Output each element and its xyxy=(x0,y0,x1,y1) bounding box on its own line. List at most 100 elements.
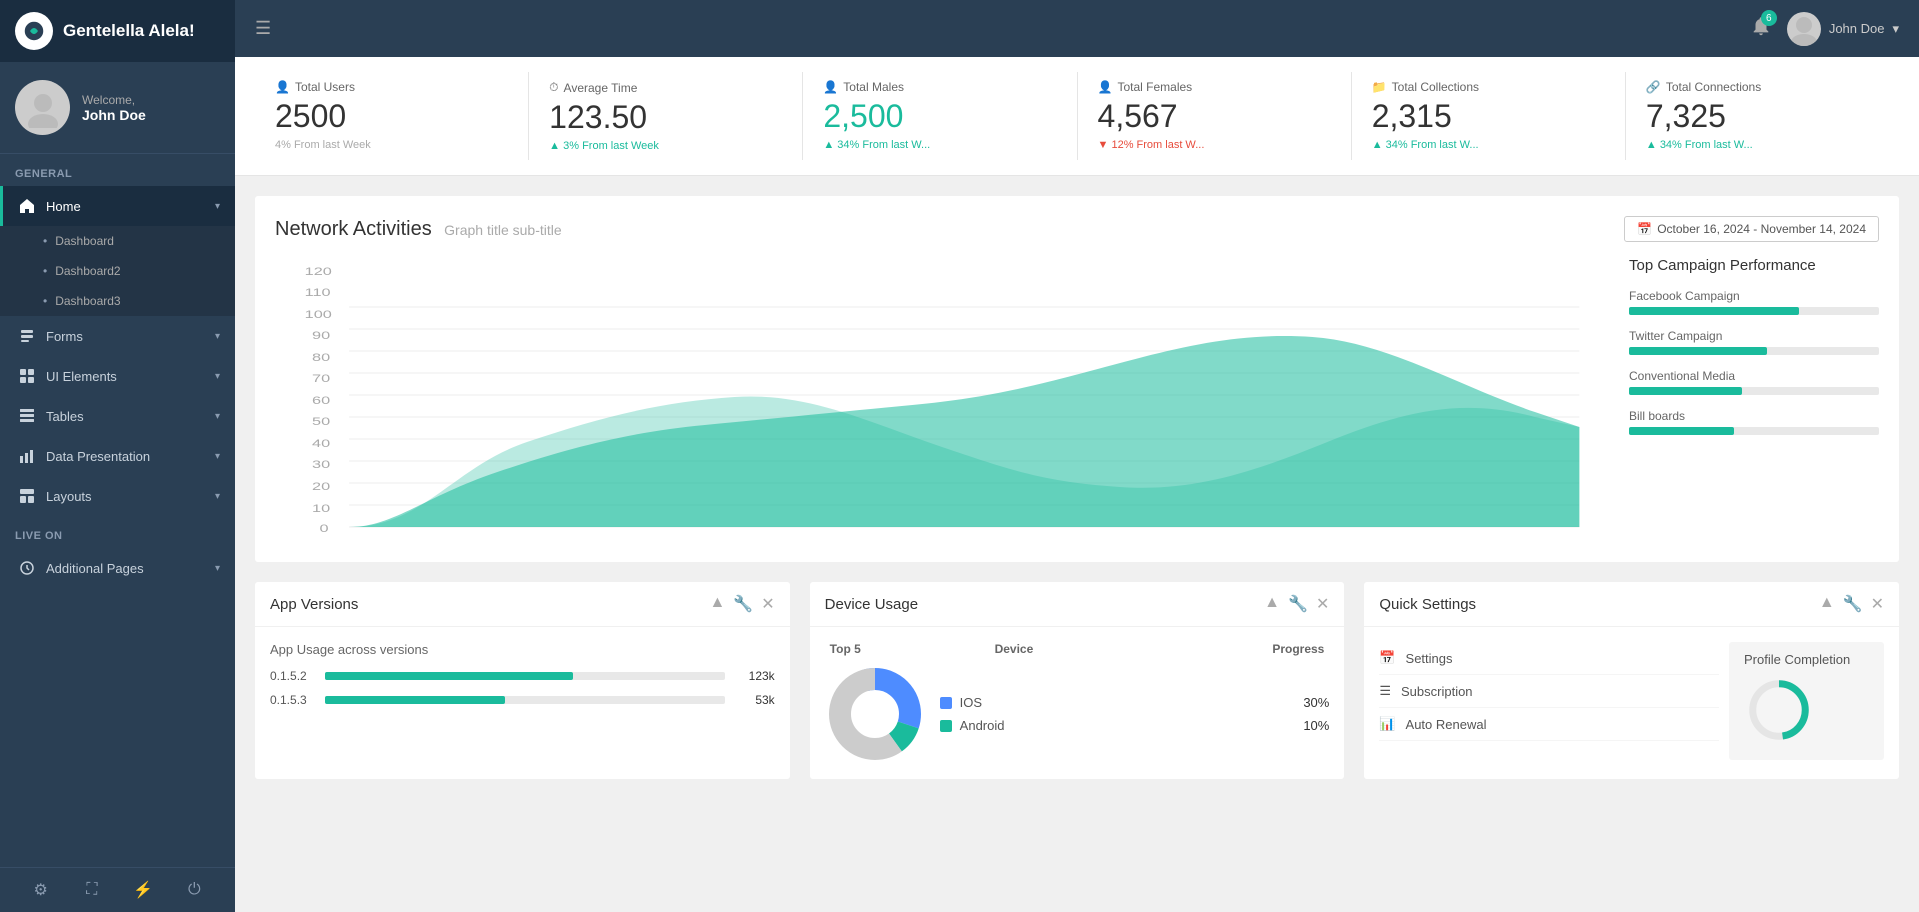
settings-item-settings[interactable]: 📅 Settings xyxy=(1379,642,1719,675)
stat-value-females: 4,567 xyxy=(1098,98,1331,135)
android-color-indicator xyxy=(940,720,952,732)
device-usage-content: IOS 30% Android 10% xyxy=(825,664,1330,764)
sidebar: Gentelella Alela! Welcome, John Doe GENE… xyxy=(0,0,235,912)
sidebar-item-tables[interactable]: Tables ▾ xyxy=(0,396,235,436)
stats-row: 👤 Total Users 2500 4% From last Week ⏱ A… xyxy=(235,57,1919,176)
section-label-live-on: LIVE ON xyxy=(0,516,235,548)
stat-value-collections: 2,315 xyxy=(1372,98,1605,135)
version-label-1: 0.1.5.3 xyxy=(270,693,315,707)
campaign-bar-bg-1 xyxy=(1629,347,1879,355)
network-title: Network Activities xyxy=(275,218,432,240)
stat-label-males: 👤 Total Males xyxy=(823,80,1056,94)
device-usage-col-headers: Top 5 Device Progress xyxy=(825,642,1330,656)
device-list: IOS 30% Android 10% xyxy=(940,695,1330,733)
subnav-dashboard[interactable]: Dashboard xyxy=(0,226,235,256)
welcome-text: Welcome, xyxy=(82,93,146,107)
sidebar-item-layouts[interactable]: Layouts ▾ xyxy=(0,476,235,516)
stat-label-collections: 📁 Total Collections xyxy=(1372,80,1605,94)
campaign-item-1: Twitter Campaign xyxy=(1629,329,1879,355)
sidebar-item-data-presentation[interactable]: Data Presentation ▾ xyxy=(0,436,235,476)
settings-item-auto-renewal[interactable]: 📊 Auto Renewal xyxy=(1379,708,1719,741)
chevron-down-icon: ▾ xyxy=(215,201,220,212)
stat-total-collections: 📁 Total Collections 2,315 ▲ 34% From las… xyxy=(1352,72,1626,160)
home-subnav: Dashboard Dashboard2 Dashboard3 xyxy=(0,226,235,316)
chevron-data-icon: ▾ xyxy=(215,451,220,462)
sidebar-item-ui-elements[interactable]: UI Elements ▾ xyxy=(0,356,235,396)
stat-value-males: 2,500 xyxy=(823,98,1056,135)
campaign-bar-2 xyxy=(1629,387,1742,395)
close-quick-icon[interactable]: ✕ xyxy=(1871,594,1884,614)
user-icon: 👤 xyxy=(275,80,290,94)
campaign-name-0: Facebook Campaign xyxy=(1629,289,1879,303)
network-header: Network Activities Graph title sub-title… xyxy=(275,216,1879,242)
campaign-bar-bg-3 xyxy=(1629,427,1879,435)
fullscreen-icon[interactable]: ⛶ xyxy=(66,881,117,899)
subnav-dashboard2[interactable]: Dashboard2 xyxy=(0,256,235,286)
sidebar-item-forms[interactable]: Forms ▾ xyxy=(0,316,235,356)
chevron-forms-icon: ▾ xyxy=(215,331,220,342)
home-icon xyxy=(18,197,36,215)
stat-total-connections: 🔗 Total Connections 7,325 ▲ 34% From las… xyxy=(1626,72,1899,160)
stat-value-users: 2500 xyxy=(275,98,508,135)
card-actions-app-versions: ▲ 🔧 ✕ xyxy=(710,594,775,614)
close-device-icon[interactable]: ✕ xyxy=(1316,594,1329,614)
wrench-icon[interactable]: 🔧 xyxy=(733,594,753,614)
app-versions-body: App Usage across versions 0.1.5.2 123k 0… xyxy=(255,627,790,732)
gear-icon[interactable]: ⚙ xyxy=(15,880,66,900)
campaign-item-0: Facebook Campaign xyxy=(1629,289,1879,315)
campaign-name-1: Twitter Campaign xyxy=(1629,329,1879,343)
sidebar-item-label-additional-pages: Additional Pages xyxy=(46,561,205,576)
stat-sub-collections: ▲ 34% From last W... xyxy=(1372,139,1605,151)
section-label-general: GENERAL xyxy=(0,154,235,186)
sidebar-username: John Doe xyxy=(82,107,146,123)
lightning-icon[interactable]: ⚡ xyxy=(118,880,169,900)
chevron-up-quick-icon[interactable]: ▲ xyxy=(1819,594,1835,614)
campaign-bar-bg-2 xyxy=(1629,387,1879,395)
chevron-up-device-icon[interactable]: ▲ xyxy=(1264,594,1280,614)
avatar xyxy=(15,80,70,135)
topbar-avatar xyxy=(1787,12,1821,46)
svg-text:100: 100 xyxy=(305,308,332,321)
collections-icon: 📁 xyxy=(1372,80,1387,94)
sidebar-item-additional-pages[interactable]: Additional Pages ▾ xyxy=(0,548,235,588)
notification-bell[interactable]: 6 xyxy=(1750,15,1772,42)
campaign-item-2: Conventional Media xyxy=(1629,369,1879,395)
app-versions-subtitle: App Usage across versions xyxy=(270,642,775,657)
wrench-device-icon[interactable]: 🔧 xyxy=(1288,594,1308,614)
campaign-bar-0 xyxy=(1629,307,1799,315)
close-icon[interactable]: ✕ xyxy=(761,594,774,614)
chevron-additional-pages-icon: ▾ xyxy=(215,563,220,574)
date-range-button[interactable]: 📅 October 16, 2024 - November 14, 2024 xyxy=(1624,216,1879,242)
stat-label-females: 👤 Total Females xyxy=(1098,80,1331,94)
ui-elements-icon xyxy=(18,367,36,385)
device-usage-body: Top 5 Device Progress xyxy=(810,627,1345,779)
content-area: 👤 Total Users 2500 4% From last Week ⏱ A… xyxy=(235,57,1919,912)
card-actions-quick: ▲ 🔧 ✕ xyxy=(1819,594,1884,614)
svg-text:20: 20 xyxy=(312,480,330,493)
quick-settings-list: 📅 Settings ☰ Subscription 📊 Auto Renewal xyxy=(1379,642,1719,760)
calendar-icon: 📅 xyxy=(1637,222,1652,236)
stat-avg-time: ⏱ Average Time 123.50 ▲ 3% From last Wee… xyxy=(529,72,803,160)
svg-text:40: 40 xyxy=(312,437,330,450)
device-row-android: Android 10% xyxy=(940,718,1330,733)
settings-calendar-icon: 📅 xyxy=(1379,650,1395,666)
version-bar-bg-0 xyxy=(325,672,725,680)
device-donut-chart xyxy=(825,664,925,764)
subnav-dashboard3[interactable]: Dashboard3 xyxy=(0,286,235,316)
quick-settings-body: 📅 Settings ☰ Subscription 📊 Auto Renewal xyxy=(1364,627,1899,775)
device-col-progress: Progress xyxy=(1159,642,1324,656)
campaign-title: Top Campaign Performance xyxy=(1629,257,1879,274)
sidebar-item-home[interactable]: Home ▾ xyxy=(0,186,235,226)
quick-settings-header: Quick Settings ▲ 🔧 ✕ xyxy=(1364,582,1899,627)
device-usage-title: Device Usage xyxy=(825,596,1265,613)
sidebar-item-label-tables: Tables xyxy=(46,409,205,424)
campaign-item-3: Bill boards xyxy=(1629,409,1879,435)
topbar-user[interactable]: John Doe ▾ xyxy=(1787,12,1899,46)
version-row-0: 0.1.5.2 123k xyxy=(270,669,775,683)
chevron-up-icon[interactable]: ▲ xyxy=(710,594,726,614)
settings-item-subscription[interactable]: ☰ Subscription xyxy=(1379,675,1719,708)
hamburger-button[interactable]: ☰ xyxy=(255,18,271,39)
stat-total-males: 👤 Total Males 2,500 ▲ 34% From last W... xyxy=(803,72,1077,160)
wrench-quick-icon[interactable]: 🔧 xyxy=(1843,594,1863,614)
power-icon[interactable]: ⏻ xyxy=(169,881,220,899)
